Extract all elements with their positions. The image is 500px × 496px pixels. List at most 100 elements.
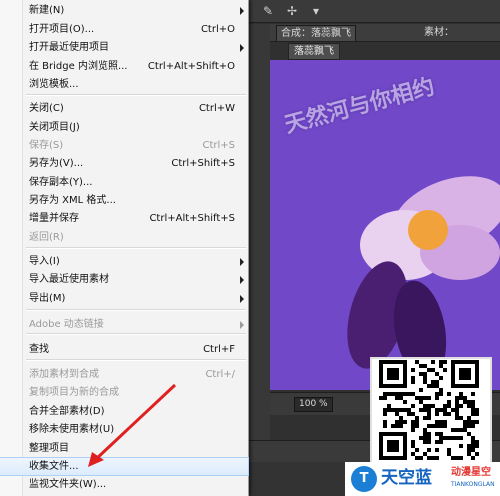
qr-module <box>431 404 435 408</box>
qr-module <box>427 408 431 412</box>
menu-item[interactable]: 查找 Ctrl+F <box>0 341 248 358</box>
composition-viewer[interactable]: 天然河与你相约 <box>270 60 500 390</box>
menu-item[interactable]: 导出(M) <box>0 290 248 307</box>
menu-item[interactable]: 导入最近使用素材 <box>0 271 248 288</box>
menu-item-shortcut: Ctrl+Alt+Shift+S <box>149 213 235 224</box>
qr-module <box>443 368 447 372</box>
menu-item[interactable]: 关闭(C) Ctrl+W <box>0 100 248 117</box>
qr-module <box>463 420 467 424</box>
qr-module <box>475 444 479 448</box>
qr-module <box>447 452 451 456</box>
menu-item-label: 合并全部素材(D) <box>29 406 105 417</box>
menu-item[interactable]: 另存为 XML 格式... <box>0 192 248 209</box>
qr-module <box>467 444 471 448</box>
menu-item[interactable]: 合并全部素材(D) <box>0 403 248 420</box>
qr-module <box>439 424 443 428</box>
qr-module <box>419 388 423 392</box>
qr-module <box>415 360 419 364</box>
menu-item[interactable]: 浏览模板... <box>0 76 248 93</box>
qr-module <box>455 456 459 460</box>
qr-module <box>423 364 427 368</box>
qr-module <box>383 420 387 424</box>
menu-item-label: Adobe 动态链接 <box>29 319 104 330</box>
qr-module <box>475 412 479 416</box>
qr-module <box>459 428 463 432</box>
logo-main-text: 天空蓝 <box>381 468 432 488</box>
qr-module <box>391 408 395 412</box>
tab-footage[interactable]: 素材： <box>420 25 458 40</box>
qr-module <box>387 404 391 408</box>
menu-item-label: 在 Bridge 内浏览照... <box>29 61 128 72</box>
menu-item[interactable]: 监视文件夹(W)... <box>0 476 248 493</box>
qr-module <box>459 404 463 408</box>
qr-code <box>370 357 492 466</box>
puppet-tool-icon[interactable]: ✢ <box>284 3 300 19</box>
qr-module <box>435 384 439 388</box>
qr-module <box>467 448 471 452</box>
qr-module <box>471 456 475 460</box>
qr-module <box>395 420 399 424</box>
qr-module <box>459 436 463 440</box>
menu-item[interactable]: 移除未使用素材(U) <box>0 421 248 438</box>
menu-item-label: 打开最近使用项目 <box>29 42 109 53</box>
menu-item-label: 另存为 XML 格式... <box>29 195 116 206</box>
qr-module <box>451 456 455 460</box>
qr-module <box>455 400 459 404</box>
menu-item[interactable]: 新建(N) <box>0 2 248 19</box>
menu-item[interactable]: 整理项目 <box>0 440 248 457</box>
submenu-arrow-icon <box>240 7 244 15</box>
menu-item-shortcut: Ctrl+Shift+S <box>171 158 235 169</box>
menu-item[interactable]: 在 Bridge 内浏览照... Ctrl+Alt+Shift+O <box>0 58 248 75</box>
zoom-dropdown[interactable]: 100 % <box>294 397 333 412</box>
qr-module <box>419 364 423 368</box>
tab-composition[interactable]: 合成：落蕊飘飞 <box>276 25 356 41</box>
qr-module <box>471 420 475 424</box>
menu-item-label: 增量并保存 <box>29 213 79 224</box>
qr-module <box>387 408 391 412</box>
menu-item-shortcut: Ctrl+S <box>202 140 235 151</box>
composition-name-button[interactable]: 落蕊飘飞 <box>288 43 340 60</box>
qr-module <box>467 452 471 456</box>
menu-item-label: 移除未使用素材(U) <box>29 424 115 435</box>
qr-module <box>435 396 439 400</box>
qr-module <box>411 452 415 456</box>
menu-item-shortcut: Ctrl+/ <box>205 369 235 380</box>
menu-item[interactable]: 另存为(V)... Ctrl+Shift+S <box>0 155 248 172</box>
tool-options-icon[interactable]: ▾ <box>308 3 324 19</box>
menu-separator <box>26 309 246 311</box>
qr-module <box>427 448 431 452</box>
qr-module <box>471 404 475 408</box>
qr-module <box>395 396 399 400</box>
menu-item-label: 打开项目(O)... <box>29 24 95 35</box>
qr-module <box>411 440 415 444</box>
submenu-arrow-icon <box>240 44 244 52</box>
qr-module <box>435 372 439 376</box>
qr-module <box>427 456 431 460</box>
menu-item[interactable]: 保存副本(Y)... <box>0 174 248 191</box>
qr-module <box>407 392 411 396</box>
menu-item-label: 收集文件... <box>29 461 79 472</box>
qr-module <box>443 360 447 364</box>
qr-module <box>439 420 443 424</box>
qr-module <box>455 428 459 432</box>
qr-module <box>419 396 423 400</box>
menu-item[interactable]: 打开项目(O)... Ctrl+O <box>0 21 248 38</box>
submenu-arrow-icon <box>240 276 244 284</box>
menu-item: 返回(R) <box>0 229 248 246</box>
qr-module <box>419 408 423 412</box>
logo-side-text: 动漫星空 <box>451 467 491 478</box>
menu-item[interactable]: 打开最近使用项目 <box>0 39 248 56</box>
qr-module <box>423 404 427 408</box>
qr-module <box>403 420 407 424</box>
qr-module <box>427 424 431 428</box>
menu-item[interactable]: 关闭项目(J) <box>0 119 248 136</box>
menu-item-label: 导入(I) <box>29 256 60 267</box>
qr-module <box>459 396 463 400</box>
qr-module <box>459 444 463 448</box>
menu-item[interactable]: 收集文件... <box>0 457 249 476</box>
qr-module <box>411 368 415 372</box>
pen-tool-icon[interactable]: ✎ <box>260 3 276 19</box>
menu-item[interactable]: 导入(I) <box>0 253 248 270</box>
logo-sub-text: TIANKONGLAN <box>451 481 495 488</box>
menu-item[interactable]: 增量并保存 Ctrl+Alt+Shift+S <box>0 210 248 227</box>
